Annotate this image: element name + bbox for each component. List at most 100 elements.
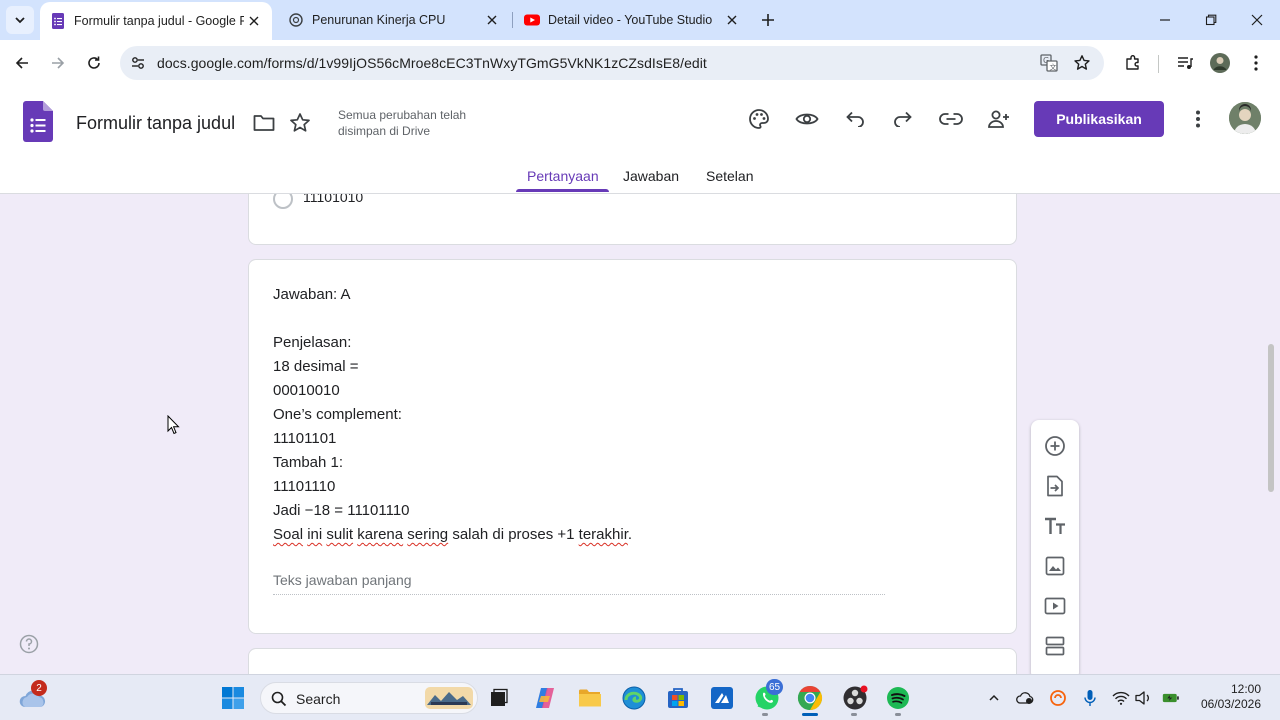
tab-jawaban[interactable]: Jawaban xyxy=(623,168,679,184)
microsoft-store-app[interactable] xyxy=(663,683,693,713)
running-indicator xyxy=(762,713,768,716)
tab-setelan[interactable]: Setelan xyxy=(706,168,753,184)
extensions-button[interactable] xyxy=(1120,50,1146,76)
misspelled-word[interactable]: terakhir xyxy=(579,526,628,543)
google-forms-logo-icon[interactable] xyxy=(23,101,53,142)
help-icon xyxy=(19,634,39,654)
copilot-app[interactable] xyxy=(530,683,560,713)
star-form-button[interactable] xyxy=(286,109,314,137)
clock-date: 06/03/2026 xyxy=(1200,697,1261,711)
edge-app[interactable] xyxy=(619,683,649,713)
publish-button[interactable]: Publikasikan xyxy=(1034,101,1164,137)
arrow-right-icon xyxy=(52,57,65,69)
misspelled-word[interactable]: sulit xyxy=(326,526,353,543)
tab-cpu[interactable]: Penurunan Kinerja CPU xyxy=(278,0,510,40)
misspelled-word[interactable]: Soal xyxy=(273,526,303,543)
spotify-app[interactable] xyxy=(883,683,913,713)
edge-icon xyxy=(622,686,646,710)
search-icon xyxy=(271,691,287,707)
volume-tray[interactable] xyxy=(1135,689,1153,707)
plus-icon xyxy=(762,14,774,26)
add-question-button[interactable] xyxy=(1043,434,1067,458)
task-view-button[interactable] xyxy=(484,683,514,713)
media-controls-button[interactable] xyxy=(1172,50,1198,76)
account-avatar[interactable] xyxy=(1229,102,1261,134)
question-card-answer[interactable]: Jawaban: A Penjelasan: 18 desimal = 0001… xyxy=(248,259,1017,634)
copilot-tray[interactable] xyxy=(1049,689,1067,707)
question-text[interactable]: Jawaban: A Penjelasan: 18 desimal = 0001… xyxy=(273,283,632,547)
minimize-icon xyxy=(1160,19,1170,21)
chrome-menu-button[interactable] xyxy=(1243,50,1269,76)
restore-button[interactable] xyxy=(1188,0,1234,40)
chrome-app[interactable] xyxy=(795,683,825,713)
customize-theme-button[interactable] xyxy=(745,105,773,133)
taskbar-search[interactable]: Search xyxy=(260,682,478,714)
battery-tray[interactable] xyxy=(1162,689,1180,707)
import-questions-icon xyxy=(1047,475,1063,497)
tab-youtube-studio[interactable]: Detail video - YouTube Studio xyxy=(514,0,750,40)
new-tab-button[interactable] xyxy=(756,8,780,32)
close-tab-icon[interactable] xyxy=(722,10,742,30)
add-collaborators-button[interactable] xyxy=(985,105,1013,133)
add-section-button[interactable] xyxy=(1043,634,1067,658)
form-title[interactable]: Formulir tanpa judul xyxy=(76,113,235,134)
translate-icon[interactable]: G文 xyxy=(1040,54,1058,72)
preview-button[interactable] xyxy=(793,105,821,133)
tab-pertanyaan[interactable]: Pertanyaan xyxy=(527,168,599,184)
close-window-button[interactable] xyxy=(1234,0,1280,40)
misspelled-word[interactable]: sering xyxy=(407,526,448,543)
radio-option[interactable] xyxy=(273,194,293,209)
address-bar[interactable]: docs.google.com/forms/d/1v99IjOS56cMroe8… xyxy=(120,46,1104,80)
question-card-previous[interactable]: 11101010 xyxy=(248,194,1017,245)
misspelled-word[interactable]: ini xyxy=(307,526,322,543)
running-indicator xyxy=(851,713,857,716)
running-indicator xyxy=(895,713,901,716)
undo-button[interactable] xyxy=(841,105,869,133)
task-view-icon xyxy=(491,688,508,706)
file-explorer-app[interactable] xyxy=(575,683,605,713)
obs-app[interactable] xyxy=(840,683,870,713)
reload-button[interactable] xyxy=(81,50,107,76)
onedrive-tray[interactable] xyxy=(1016,689,1034,707)
plain-text: salah di proses +1 xyxy=(452,526,575,543)
answer-line: Penjelasan: xyxy=(273,334,352,351)
close-icon xyxy=(1251,14,1263,26)
close-tab-icon[interactable] xyxy=(244,11,264,31)
page-scrollbar[interactable] xyxy=(1268,344,1274,492)
move-to-folder-button[interactable] xyxy=(250,109,278,137)
wifi-icon xyxy=(1112,691,1130,705)
tab-search-button[interactable] xyxy=(6,6,34,34)
add-video-icon xyxy=(1044,597,1066,615)
help-button[interactable] xyxy=(19,634,39,654)
back-button[interactable] xyxy=(9,50,35,76)
tab-title: Detail video - YouTube Studio xyxy=(548,13,713,27)
redo-button[interactable] xyxy=(889,105,917,133)
tab-google-forms[interactable]: Formulir tanpa judul - Google Formulir xyxy=(40,2,272,40)
system-clock[interactable]: 12:00 06/03/2026 xyxy=(1199,682,1261,712)
bookmark-star-icon[interactable] xyxy=(1073,54,1091,72)
reload-icon xyxy=(88,56,100,69)
close-tab-icon[interactable] xyxy=(482,10,502,30)
period: . xyxy=(627,526,633,543)
windows-logo-icon xyxy=(222,687,244,709)
forward-button[interactable] xyxy=(45,50,71,76)
add-question-icon xyxy=(1045,436,1065,456)
answer-line: Jadi −18 = 11101110 xyxy=(273,502,410,519)
show-hidden-icons-button[interactable] xyxy=(985,689,1003,707)
site-settings-icon[interactable] xyxy=(130,55,146,71)
import-questions-button[interactable] xyxy=(1043,474,1067,498)
misspelled-word[interactable]: karena xyxy=(357,526,403,543)
profile-button[interactable] xyxy=(1207,50,1233,76)
network-tray[interactable] xyxy=(1112,689,1130,707)
more-options-button[interactable] xyxy=(1184,105,1212,133)
start-button[interactable] xyxy=(218,683,248,713)
add-image-button[interactable] xyxy=(1043,554,1067,578)
link-icon xyxy=(939,113,963,125)
minimize-button[interactable] xyxy=(1142,0,1188,40)
visual-studio-app[interactable] xyxy=(707,683,737,713)
microphone-tray[interactable] xyxy=(1081,689,1099,707)
question-card-next[interactable] xyxy=(248,648,1017,674)
add-title-button[interactable] xyxy=(1043,514,1067,538)
copy-link-button[interactable] xyxy=(937,105,965,133)
add-video-button[interactable] xyxy=(1043,594,1067,618)
